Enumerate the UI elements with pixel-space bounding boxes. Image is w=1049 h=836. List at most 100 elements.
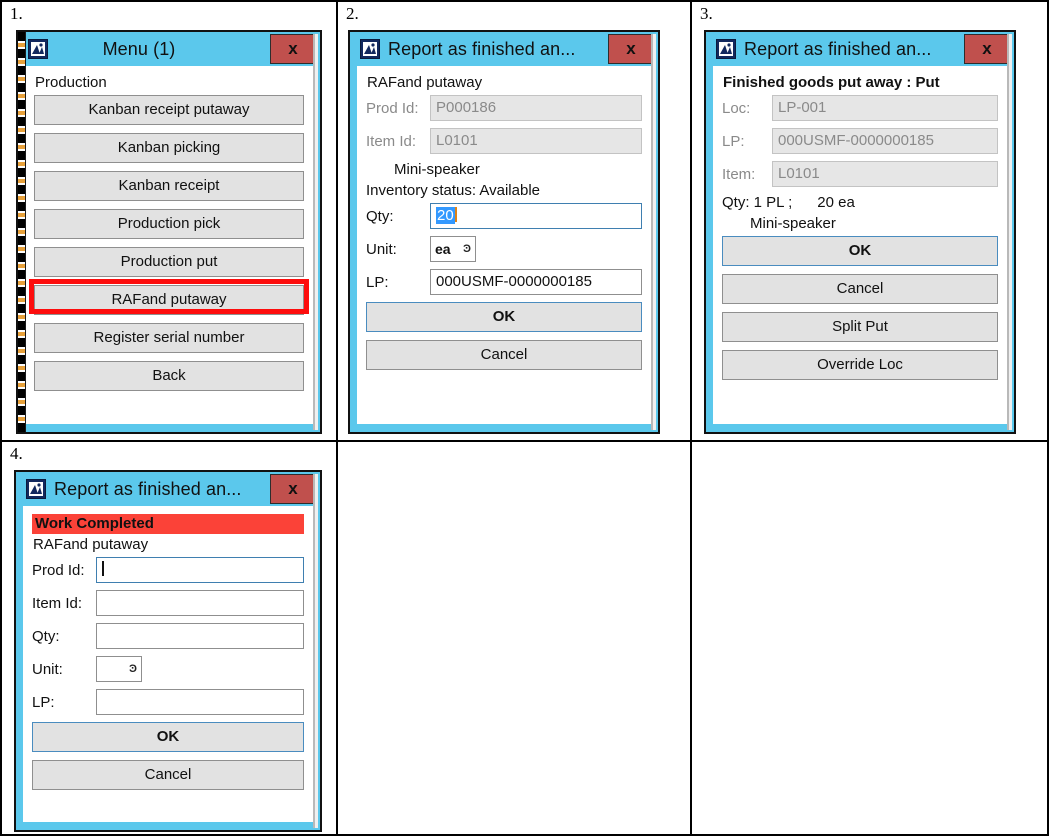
cell-number-1: 1. (10, 4, 23, 23)
menu-button-rafand-putaway-wrap: RAFand putaway (29, 279, 309, 315)
field-row-unit: Unit: Ͽ (32, 656, 304, 682)
qty-summary-text: Qty: 1 PL ; 20 ea (722, 194, 855, 211)
split-put-button[interactable]: Split Put (722, 312, 998, 342)
titlebar-report-2: Report as finished an... x (350, 32, 658, 66)
window-scrollbar[interactable] (313, 34, 318, 430)
field-row-qty: Qty: 20 (366, 203, 642, 229)
field-row-lp: LP: 000USMF-0000000185 (722, 128, 998, 154)
titlebar-report-4: Report as finished an... x (16, 472, 320, 506)
menu-button-register-serial-number-wrap: Register serial number (34, 323, 304, 353)
unit-select-value: ea (435, 241, 451, 257)
cancel-button[interactable]: Cancel (722, 274, 998, 304)
field-label-lp: LP: (722, 132, 745, 150)
cell-2: 2. Report as finished an... x RAFand put… (338, 2, 690, 440)
menu-button-production-pick-wrap: Production pick (34, 209, 304, 239)
field-label-item: Item: (722, 165, 756, 183)
item-name-text: Mini-speaker (750, 215, 836, 232)
close-icon[interactable]: x (270, 34, 316, 64)
field-row-prod-id: Prod Id: P000186 (366, 95, 642, 121)
form-heading: RAFand putaway (367, 74, 483, 91)
device-app-icon (28, 39, 48, 59)
form-heading: RAFand putaway (33, 536, 149, 553)
cell-number-4: 4. (10, 444, 23, 463)
close-icon[interactable]: x (270, 474, 316, 504)
item-name-text: Mini-speaker (394, 161, 480, 178)
lp-field: 000USMF-0000000185 (772, 128, 998, 154)
field-row-unit: Unit: ea Ͽ (366, 236, 642, 262)
field-label-lp: LP: (366, 273, 389, 291)
text-caret (454, 207, 457, 222)
field-label-item-id: Item Id: (32, 594, 83, 612)
menu-button-rafand-putaway[interactable]: RAFand putaway (34, 285, 304, 315)
prod-id-field: P000186 (430, 95, 642, 121)
cell-1: 1. Menu (1) x Production Kanban receipt … (2, 2, 336, 440)
cell-6-empty (692, 442, 1049, 834)
window-scrollbar[interactable] (1007, 34, 1012, 430)
field-label-qty: Qty: (366, 207, 394, 225)
field-label-item-id: Item Id: (366, 132, 417, 150)
unit-select[interactable]: ea Ͽ (430, 236, 476, 262)
field-label-loc: Loc: (722, 99, 751, 117)
qty-input[interactable] (96, 623, 304, 649)
inventory-status-text: Inventory status: Available (366, 182, 540, 199)
chevron-down-icon: Ͽ (463, 242, 471, 255)
menu-button-production-put[interactable]: Production put (34, 247, 304, 277)
close-icon[interactable]: x (608, 34, 654, 64)
lp-input[interactable] (96, 689, 304, 715)
item-id-input[interactable] (96, 590, 304, 616)
menu-button-kanban-picking-wrap: Kanban picking (34, 133, 304, 163)
menu-button-register-serial-number[interactable]: Register serial number (34, 323, 304, 353)
field-row-item: Item: L0101 (722, 161, 998, 187)
window-scrollbar[interactable] (313, 474, 318, 828)
field-label-prod-id: Prod Id: (32, 561, 85, 579)
ok-button[interactable]: OK (366, 302, 642, 332)
client-area-menu-1: Production Kanban receipt putaway Kanban… (25, 66, 313, 424)
override-loc-button[interactable]: Override Loc (722, 350, 998, 380)
menu-button-kanban-receipt-putaway-wrap: Kanban receipt putaway (34, 95, 304, 125)
menu-button-kanban-receipt-putaway[interactable]: Kanban receipt putaway (34, 95, 304, 125)
device-app-icon (716, 39, 736, 59)
cell-number-3: 3. (700, 4, 713, 23)
client-area-report-2: RAFand putaway Prod Id: P000186 Item Id:… (357, 66, 651, 424)
ok-button[interactable]: OK (722, 236, 998, 266)
window-scrollbar[interactable] (651, 34, 656, 430)
unit-select[interactable]: Ͽ (96, 656, 142, 682)
section-label-production: Production (35, 74, 107, 91)
window-report-as-finished-2: Report as finished an... x RAFand putawa… (348, 30, 660, 434)
ok-button[interactable]: OK (32, 722, 304, 752)
window-title: Report as finished an... (388, 38, 576, 59)
qty-selected-text: 20 (436, 207, 455, 224)
qty-input[interactable]: 20 (430, 203, 642, 229)
menu-button-back[interactable]: Back (34, 361, 304, 391)
close-icon[interactable]: x (964, 34, 1010, 64)
window-title: Report as finished an... (744, 38, 932, 59)
field-row-item-id: Item Id: (32, 590, 304, 616)
client-area-report-4: Work Completed RAFand putaway Prod Id: I… (23, 506, 313, 822)
prod-id-input[interactable] (96, 557, 304, 583)
cell-number-2: 2. (346, 4, 359, 23)
item-id-field: L0101 (430, 128, 642, 154)
field-label-unit: Unit: (366, 240, 397, 258)
window-menu-1: Menu (1) x Production Kanban receipt put… (16, 30, 322, 434)
menu-button-production-pick[interactable]: Production pick (34, 209, 304, 239)
cell-4: 4. Report as finished an... x Work Compl… (2, 442, 336, 834)
status-badge-work-completed: Work Completed (32, 514, 304, 534)
window-title: Menu (1) (102, 38, 176, 59)
chevron-down-icon: Ͽ (129, 662, 137, 675)
field-row-qty: Qty: (32, 623, 304, 649)
cancel-button[interactable]: Cancel (32, 760, 304, 790)
menu-button-kanban-receipt-wrap: Kanban receipt (34, 171, 304, 201)
field-row-lp: LP: (32, 689, 304, 715)
menu-button-kanban-picking[interactable]: Kanban picking (34, 133, 304, 163)
text-caret (102, 561, 104, 576)
field-label-unit: Unit: (32, 660, 63, 678)
filmstrip-edge-artifact (18, 32, 26, 432)
lp-input[interactable]: 000USMF-0000000185 (430, 269, 642, 295)
titlebar-menu-1: Menu (1) x (18, 32, 320, 66)
window-report-as-finished-4: Report as finished an... x Work Complete… (14, 470, 322, 832)
cell-5-empty (338, 442, 690, 834)
menu-button-kanban-receipt[interactable]: Kanban receipt (34, 171, 304, 201)
cancel-button[interactable]: Cancel (366, 340, 642, 370)
item-field: L0101 (772, 161, 998, 187)
menu-button-production-put-wrap: Production put (34, 247, 304, 277)
